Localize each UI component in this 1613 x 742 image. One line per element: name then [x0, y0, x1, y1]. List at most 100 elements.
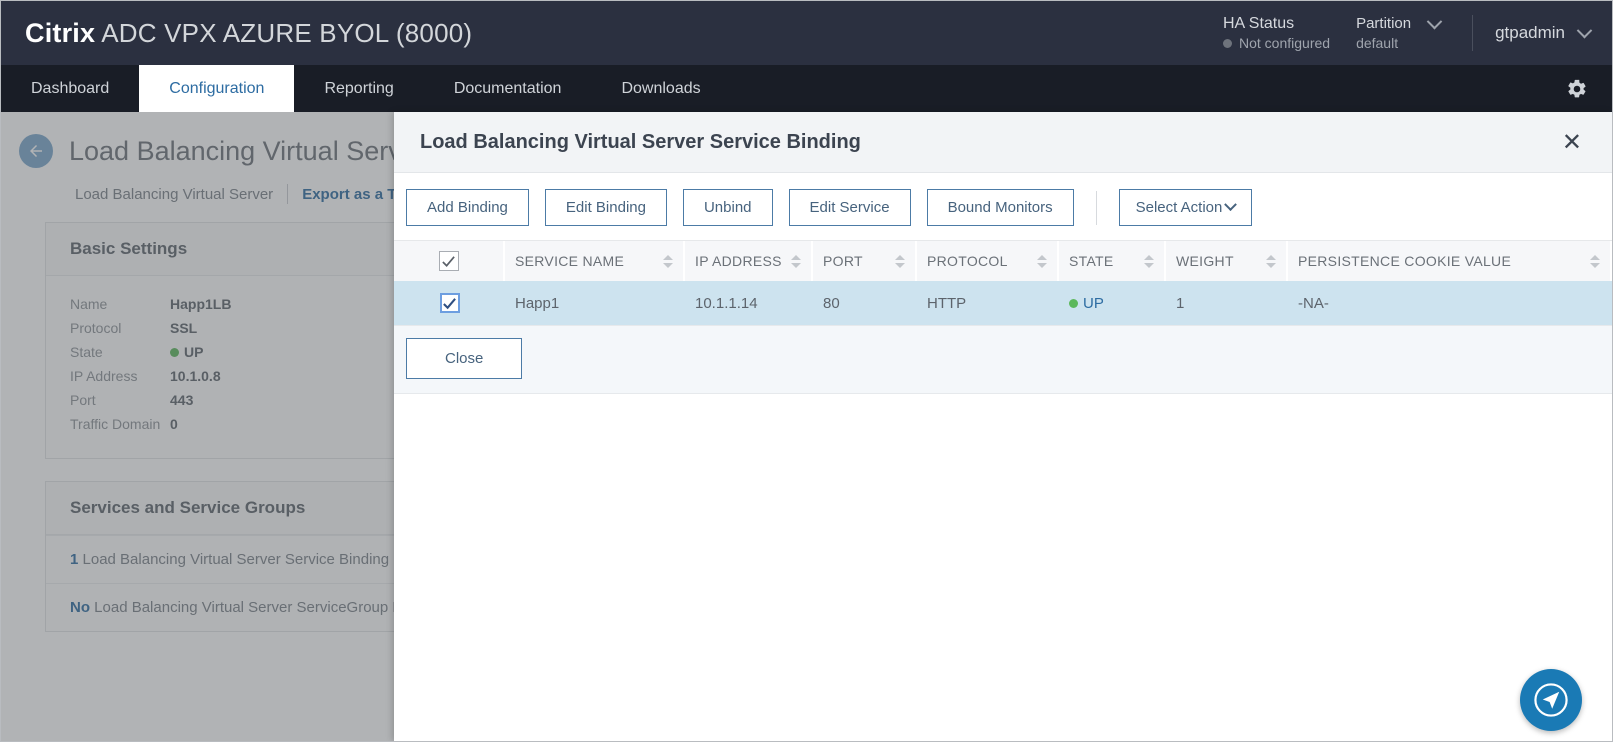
sort-icon[interactable] [791, 255, 801, 268]
row-checkbox[interactable] [440, 293, 460, 313]
status-dot-icon [1223, 39, 1232, 48]
cell-port: 80 [813, 281, 917, 325]
edit-binding-button[interactable]: Edit Binding [545, 189, 667, 226]
setting-key: IP Address [70, 364, 170, 388]
setting-value: 10.1.0.8 [170, 364, 221, 388]
breadcrumb-current: Load Balancing Virtual Server [75, 186, 273, 203]
chevron-down-icon [1224, 198, 1237, 211]
page-title: Load Balancing Virtual Server [69, 136, 426, 167]
sort-icon[interactable] [1590, 255, 1600, 268]
navigation-arrow-icon [1529, 678, 1573, 722]
modal-empty-area [394, 394, 1612, 741]
setting-value-state: UP [170, 340, 203, 364]
application-window: Citrix ADC VPX AZURE BYOL (8000) HA Stat… [0, 0, 1613, 742]
sort-icon[interactable] [895, 255, 905, 268]
column-label: STATE [1069, 253, 1136, 269]
table-row[interactable]: Happ1 10.1.1.14 80 HTTP UP 1 -NA- [394, 281, 1612, 325]
cell-service-name: Happ1 [505, 281, 685, 325]
bound-monitors-button[interactable]: Bound Monitors [927, 189, 1074, 226]
select-all-checkbox[interactable] [439, 251, 459, 271]
close-icon[interactable]: ✕ [1556, 126, 1588, 158]
status-dot-icon [170, 348, 179, 357]
gear-icon [1566, 78, 1588, 100]
cell-ip-address: 10.1.1.14 [685, 281, 813, 325]
binding-count: No [70, 599, 90, 616]
check-icon [441, 254, 456, 269]
setting-key: Port [70, 388, 170, 412]
column-label: PROTOCOL [927, 253, 1029, 269]
edit-service-button[interactable]: Edit Service [789, 189, 911, 226]
column-label: PERSISTENCE COOKIE VALUE [1298, 253, 1582, 269]
close-button[interactable]: Close [406, 338, 522, 379]
partition-label-row: Partition [1356, 14, 1450, 34]
setting-key: Protocol [70, 316, 170, 340]
service-binding-modal: Load Balancing Virtual Server Service Bi… [394, 112, 1612, 741]
partition-selector[interactable]: Partition default [1356, 1, 1472, 65]
brand-title: Citrix ADC VPX AZURE BYOL (8000) [25, 18, 472, 49]
top-header-bar: Citrix ADC VPX AZURE BYOL (8000) HA Stat… [1, 1, 1612, 65]
tab-configuration[interactable]: Configuration [139, 65, 294, 112]
state-label: UP [1083, 295, 1104, 312]
sort-icon[interactable] [1144, 255, 1154, 268]
cell-persistence-cookie-value: -NA- [1288, 281, 1612, 325]
cell-weight: 1 [1166, 281, 1288, 325]
setting-key: Traffic Domain [70, 412, 170, 436]
setting-key: Name [70, 292, 170, 316]
column-header-ip-address[interactable]: IP ADDRESS [685, 241, 813, 281]
tab-dashboard[interactable]: Dashboard [1, 65, 139, 112]
setting-value: SSL [170, 316, 197, 340]
sort-icon[interactable] [663, 255, 673, 268]
settings-button[interactable] [1542, 65, 1612, 112]
back-arrow-icon [27, 142, 45, 160]
column-header-weight[interactable]: WEIGHT [1166, 241, 1288, 281]
setting-value: Happ1LB [170, 292, 231, 316]
ha-status-block[interactable]: HA Status Not configured [1213, 1, 1356, 65]
status-badge: UP [1069, 295, 1104, 312]
breadcrumb-divider [287, 184, 288, 204]
back-button[interactable] [19, 134, 53, 168]
tab-downloads[interactable]: Downloads [591, 65, 730, 112]
brand-name: Citrix [25, 18, 95, 48]
table-header-row: SERVICE NAME IP ADDRESS PORT PROTOCOL ST… [394, 240, 1612, 281]
column-header-port[interactable]: PORT [813, 241, 917, 281]
binding-text: Load Balancing Virtual Server ServiceGro… [90, 599, 442, 616]
setting-value: 443 [170, 388, 193, 412]
cell-protocol: HTTP [917, 281, 1059, 325]
modal-header: Load Balancing Virtual Server Service Bi… [394, 112, 1612, 173]
column-label: PORT [823, 253, 887, 269]
column-header-state[interactable]: STATE [1059, 241, 1166, 281]
partition-value: default [1356, 34, 1450, 52]
ha-status-value-row: Not configured [1223, 34, 1330, 52]
cell-state: UP [1059, 281, 1166, 325]
user-menu[interactable]: gtpadmin [1473, 1, 1612, 65]
chevron-down-icon [1577, 22, 1593, 38]
select-action-label: Select Action [1136, 199, 1223, 216]
sort-icon[interactable] [1266, 255, 1276, 268]
column-label: WEIGHT [1176, 253, 1258, 269]
setting-value: 0 [170, 412, 178, 436]
column-header-persistence-cookie-value[interactable]: PERSISTENCE COOKIE VALUE [1288, 241, 1612, 281]
modal-title: Load Balancing Virtual Server Service Bi… [420, 131, 861, 154]
select-all-header [394, 241, 505, 281]
brand-product: ADC VPX AZURE BYOL (8000) [95, 18, 472, 48]
partition-label: Partition [1356, 14, 1411, 34]
setting-value: UP [184, 340, 203, 364]
tab-reporting[interactable]: Reporting [294, 65, 423, 112]
sort-icon[interactable] [1037, 255, 1047, 268]
help-navigation-button[interactable] [1520, 669, 1582, 731]
setting-key: State [70, 340, 170, 364]
column-label: SERVICE NAME [515, 253, 655, 269]
row-select-cell [394, 281, 505, 325]
add-binding-button[interactable]: Add Binding [406, 189, 529, 226]
status-dot-icon [1069, 299, 1078, 308]
select-action-dropdown[interactable]: Select Action [1119, 189, 1253, 226]
toolbar-divider [1096, 191, 1097, 225]
check-icon [442, 296, 457, 311]
tab-documentation[interactable]: Documentation [424, 65, 592, 112]
column-header-protocol[interactable]: PROTOCOL [917, 241, 1059, 281]
column-header-service-name[interactable]: SERVICE NAME [505, 241, 685, 281]
ha-status-label: HA Status [1223, 14, 1330, 34]
modal-toolbar: Add Binding Edit Binding Unbind Edit Ser… [394, 173, 1612, 240]
header-right-group: HA Status Not configured Partition defau… [1213, 1, 1612, 65]
unbind-button[interactable]: Unbind [683, 189, 773, 226]
